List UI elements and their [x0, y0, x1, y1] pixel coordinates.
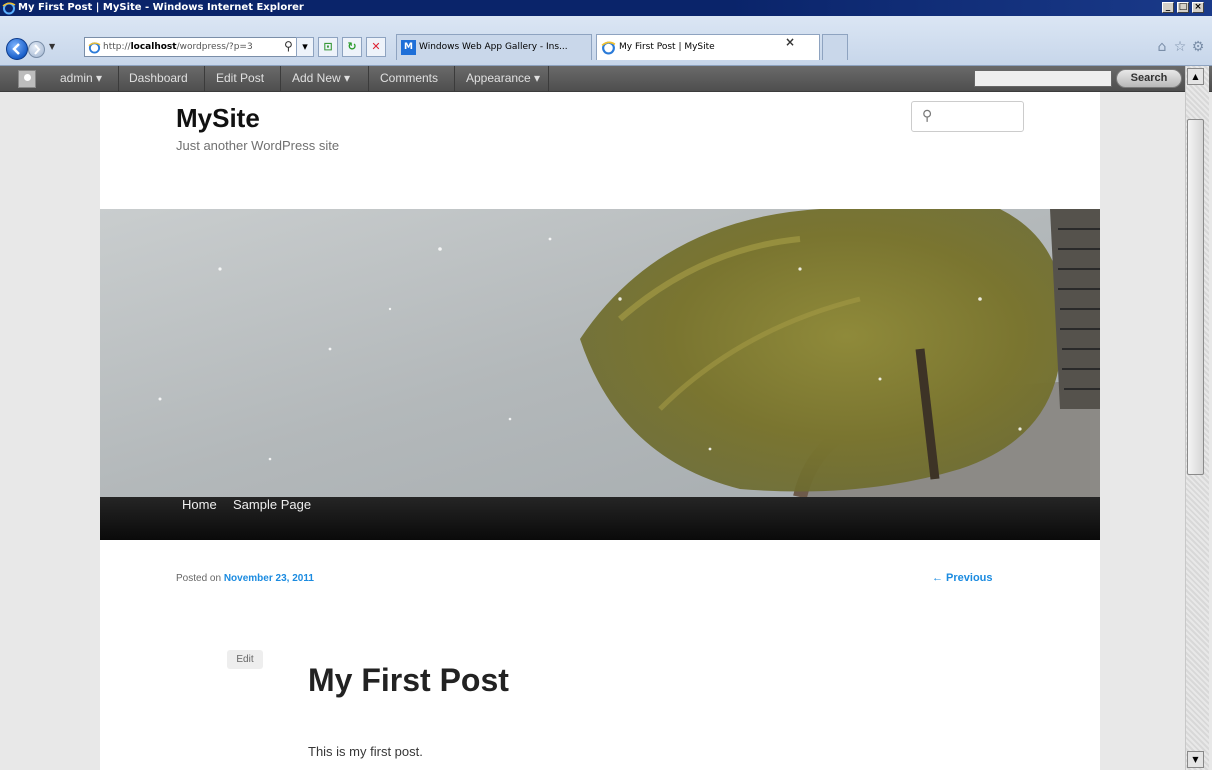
post-title: My First Post — [308, 662, 509, 698]
back-button[interactable] — [6, 38, 28, 60]
adminbar-item-dashboard[interactable]: Dashboard — [129, 66, 188, 92]
adminbar-item-add-new[interactable]: Add New ▾ — [292, 66, 350, 92]
new-tab-button[interactable] — [822, 34, 848, 60]
address-bar[interactable]: http://localhost/wordpress/?p=3 — [84, 37, 314, 57]
edit-post-link[interactable]: Edit — [227, 650, 263, 669]
site-title[interactable]: MySite — [176, 103, 260, 134]
url-prefix: http:// — [103, 42, 131, 52]
post-date-link[interactable]: November 23, 2011 — [224, 573, 314, 584]
adminbar-search-button[interactable]: Search — [1116, 69, 1182, 88]
nav-item-home[interactable]: Home — [182, 497, 217, 540]
posted-on-label: Posted on — [176, 573, 222, 584]
forward-button[interactable] — [28, 41, 45, 58]
refresh-icon[interactable]: ↻ — [342, 37, 362, 57]
page-icon — [88, 42, 101, 54]
scroll-down-arrow-icon[interactable]: ▼ — [1187, 751, 1204, 768]
scroll-up-arrow-icon[interactable]: ▲ — [1187, 68, 1204, 85]
forward-arrow-icon — [34, 44, 41, 55]
adminbar-item-comments[interactable]: Comments — [380, 66, 438, 92]
gear-icon[interactable]: ⚙ — [1190, 39, 1206, 55]
close-window-button[interactable]: × — [1192, 2, 1204, 13]
internet-explorer-icon — [2, 2, 16, 15]
header-image — [100, 209, 1100, 497]
window-title: My First Post | MySite - Windows Interne… — [18, 2, 304, 13]
nav-item-sample-page[interactable]: Sample Page — [233, 497, 311, 540]
post-body: This is my first post. — [308, 744, 423, 759]
post-meta: Posted on November 23, 2011 — [176, 573, 314, 584]
tab-my-first-post[interactable]: My First Post | MySite × — [596, 34, 820, 60]
address-dropdown-icon[interactable]: ▾ — [296, 37, 314, 57]
site-description: Just another WordPress site — [176, 138, 340, 153]
search-icon: ⚲ — [922, 108, 933, 124]
internet-explorer-icon — [601, 41, 616, 55]
adminbar-item-edit-post[interactable]: Edit Post — [216, 66, 264, 92]
scrollbar-thumb[interactable] — [1187, 119, 1204, 475]
previous-post-link[interactable]: ← Previous — [932, 572, 993, 584]
url-path: /wordpress/?p=3 — [176, 42, 253, 52]
tab-label: My First Post | MySite — [619, 42, 715, 52]
favorites-star-icon[interactable]: ☆ — [1172, 39, 1188, 55]
main-navigation: Home Sample Page — [100, 497, 1100, 540]
home-icon[interactable]: ⌂ — [1154, 39, 1170, 55]
window-titlebar: My First Post | MySite - Windows Interne… — [0, 0, 1212, 16]
adminbar-search-input[interactable] — [974, 70, 1112, 87]
close-tab-icon[interactable]: × — [785, 35, 795, 49]
wp-admin-bar: admin ▾ Dashboard Edit Post Add New ▾ Co… — [0, 66, 1212, 92]
adminbar-item-appearance[interactable]: Appearance ▾ — [466, 66, 540, 92]
admin-user-menu[interactable]: admin ▾ — [60, 66, 102, 92]
minimize-button[interactable]: _ — [1162, 2, 1174, 13]
maximize-button[interactable]: □ — [1177, 2, 1189, 13]
tab-label: Windows Web App Gallery - Ins... — [419, 42, 568, 52]
site-search-input[interactable]: ⚲ — [911, 101, 1024, 132]
history-dropdown-icon[interactable]: ▼ — [49, 42, 55, 51]
browser-toolbar: ▼ http://localhost/wordpress/?p=3 ⚲ ▾ ⊡ … — [0, 16, 1212, 66]
compatibility-view-icon[interactable]: ⊡ — [318, 37, 338, 57]
stop-icon[interactable]: ✕ — [366, 37, 386, 57]
tab-web-app-gallery[interactable]: M Windows Web App Gallery - Ins... — [396, 34, 592, 60]
gallery-icon: M — [401, 40, 416, 55]
wordpress-page: MySite Just another WordPress site ⚲ Hom… — [100, 92, 1100, 770]
url-host: localhost — [130, 42, 177, 52]
back-arrow-icon — [12, 43, 20, 55]
user-avatar-icon[interactable] — [18, 70, 36, 88]
search-address-icon[interactable]: ⚲ — [284, 39, 293, 53]
